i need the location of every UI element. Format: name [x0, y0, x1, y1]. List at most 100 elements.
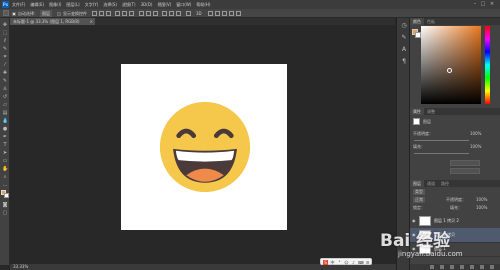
menu-help[interactable]: 帮助(H): [196, 0, 210, 9]
tab-properties[interactable]: 属性: [410, 108, 424, 115]
distribute-left-icon[interactable]: [162, 11, 167, 16]
brush-tool-icon[interactable]: ✎: [2, 78, 8, 84]
new-group-icon[interactable]: [470, 265, 474, 269]
maximize-icon[interactable]: □: [480, 1, 486, 7]
properties-option-button-2[interactable]: [450, 168, 480, 174]
properties-fill-slider[interactable]: [414, 153, 469, 154]
ime-logo-icon[interactable]: S: [323, 260, 328, 265]
tab-color[interactable]: 颜色: [410, 18, 424, 25]
ime-menu-icon[interactable]: ☰: [365, 260, 370, 265]
paragraph-icon[interactable]: ¶: [400, 58, 408, 66]
auto-select-dropdown[interactable]: 图层: [40, 10, 52, 17]
3d-scale-icon[interactable]: [236, 11, 241, 16]
close-tab-icon[interactable]: ×: [90, 18, 93, 25]
shape-tool-icon[interactable]: ▭: [2, 158, 8, 164]
close-window-icon[interactable]: ×: [489, 1, 495, 7]
tab-channels[interactable]: 通道: [424, 180, 438, 187]
path-selection-tool-icon[interactable]: ➤: [2, 150, 8, 156]
align-bottom-icon[interactable]: [106, 11, 111, 16]
menu-layer[interactable]: 图层(L): [66, 0, 79, 9]
type-tool-icon[interactable]: T: [2, 142, 8, 148]
tab-paths[interactable]: 路径: [438, 180, 452, 187]
document-tab[interactable]: 未标题-1 @ 33.3% (图层 1, RGB/8) ×: [10, 18, 95, 25]
tab-adjustments[interactable]: 调整: [424, 108, 438, 115]
brush-settings-icon[interactable]: ✎: [400, 34, 408, 42]
new-layer-icon[interactable]: [480, 265, 484, 269]
quick-select-tool-icon[interactable]: ✎: [2, 46, 8, 52]
screen-mode-icon[interactable]: ▢: [2, 210, 8, 216]
eyedropper-tool-icon[interactable]: ⁄: [2, 62, 8, 68]
minimize-icon[interactable]: –: [472, 1, 478, 7]
align-middle-icon[interactable]: [99, 11, 104, 16]
properties-fill-value[interactable]: 100%: [470, 144, 481, 150]
add-mask-icon[interactable]: [450, 265, 454, 269]
quick-mask-icon[interactable]: ◙: [2, 202, 8, 208]
visibility-eye-icon[interactable]: ◉: [412, 218, 417, 223]
auto-align-icon[interactable]: [186, 11, 191, 16]
layers-fill-value[interactable]: 100%: [476, 205, 487, 211]
properties-opacity-value[interactable]: 100%: [470, 131, 481, 137]
menu-edit[interactable]: 编辑(E): [30, 0, 44, 9]
move-tool-icon[interactable]: ✥: [2, 22, 8, 28]
link-layers-icon[interactable]: [430, 265, 434, 269]
properties-option-button[interactable]: [450, 160, 480, 166]
document-canvas[interactable]: [121, 64, 287, 230]
ime-chinese-icon[interactable]: 中: [330, 260, 335, 265]
3d-drag-icon[interactable]: [222, 11, 227, 16]
menu-window[interactable]: 窗口(W): [176, 0, 191, 9]
auto-select-checkbox[interactable]: [12, 12, 16, 16]
align-top-icon[interactable]: [92, 11, 97, 16]
menu-file[interactable]: 文件(F): [12, 0, 25, 9]
align-left-icon[interactable]: [115, 11, 120, 16]
eraser-tool-icon[interactable]: ▱: [2, 102, 8, 108]
layer-filter-dropdown[interactable]: 类型: [413, 189, 425, 195]
character-icon[interactable]: A: [400, 46, 408, 54]
more-tools-icon[interactable]: …: [2, 182, 8, 188]
zoom-tool-icon[interactable]: ⌕: [2, 174, 8, 180]
dodge-tool-icon[interactable]: ●: [2, 126, 8, 132]
blur-tool-icon[interactable]: 💧: [2, 118, 8, 124]
zoom-level[interactable]: 33.33%: [13, 264, 28, 270]
background-color-swatch[interactable]: [4, 193, 9, 198]
distribute-middle-icon[interactable]: [146, 11, 151, 16]
distribute-bottom-icon[interactable]: [153, 11, 158, 16]
ime-keyboard-icon[interactable]: ⌨: [358, 260, 364, 265]
properties-opacity-slider[interactable]: [414, 140, 469, 141]
adjustment-layer-icon[interactable]: [460, 265, 464, 269]
tab-layers[interactable]: 图层: [410, 180, 424, 187]
color-picker-field[interactable]: [421, 26, 481, 104]
ime-punct-icon[interactable]: °: [337, 260, 342, 265]
delete-layer-icon[interactable]: [490, 265, 494, 269]
align-center-icon[interactable]: [122, 11, 127, 16]
history-icon[interactable]: ◷: [400, 22, 408, 30]
menu-select[interactable]: 选择(S): [103, 0, 117, 9]
menu-filter[interactable]: 滤镜(T): [122, 0, 136, 9]
pen-tool-icon[interactable]: ✒: [2, 134, 8, 140]
distribute-top-icon[interactable]: [139, 11, 144, 16]
menu-type[interactable]: 文字(Y): [85, 0, 99, 9]
ime-emoji-icon[interactable]: ☺: [344, 260, 349, 265]
3d-roll-icon[interactable]: [215, 11, 220, 16]
clone-stamp-tool-icon[interactable]: ♙: [2, 86, 8, 92]
hue-slider[interactable]: [485, 26, 490, 104]
3d-slide-icon[interactable]: [229, 11, 234, 16]
gradient-tool-icon[interactable]: ▤: [2, 110, 8, 116]
color-picker-cursor[interactable]: [447, 68, 452, 73]
layers-opacity-value[interactable]: 100%: [476, 197, 487, 203]
show-transform-checkbox[interactable]: [57, 12, 61, 16]
tab-swatches[interactable]: 色板: [424, 18, 438, 25]
menu-view[interactable]: 视图(V): [157, 0, 171, 9]
history-brush-tool-icon[interactable]: ↺: [2, 94, 8, 100]
3d-rotate-icon[interactable]: [208, 11, 213, 16]
hand-tool-icon[interactable]: ✋: [2, 166, 8, 172]
blend-mode-dropdown[interactable]: 正常: [413, 197, 425, 203]
healing-brush-tool-icon[interactable]: ✚: [2, 70, 8, 76]
layer-style-icon[interactable]: [440, 265, 444, 269]
marquee-tool-icon[interactable]: ⬚: [2, 30, 8, 36]
align-right-icon[interactable]: [129, 11, 134, 16]
crop-tool-icon[interactable]: ⌗: [2, 54, 8, 60]
lasso-tool-icon[interactable]: ℓ: [2, 38, 8, 44]
distribute-right-icon[interactable]: [176, 11, 181, 16]
menu-image[interactable]: 图像(I): [49, 0, 61, 9]
ime-voice-icon[interactable]: ♪: [351, 260, 356, 265]
